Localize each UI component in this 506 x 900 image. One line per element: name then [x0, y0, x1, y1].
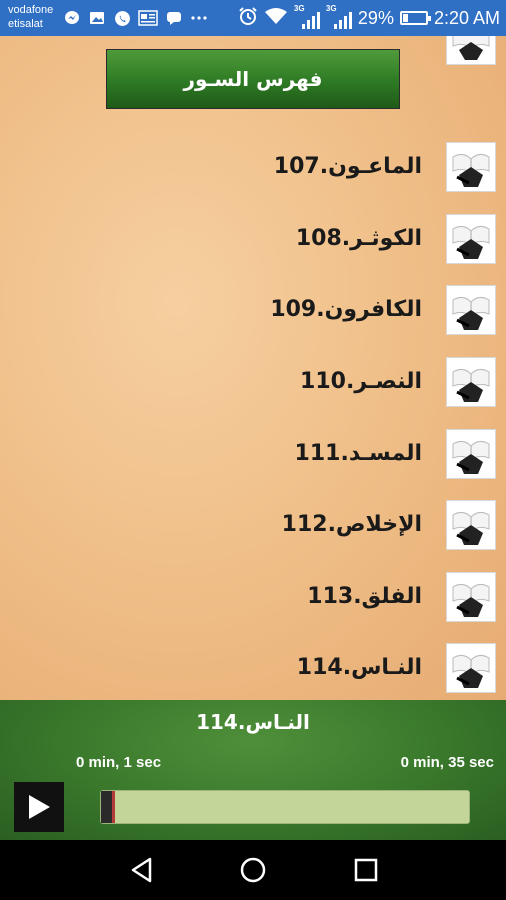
quran-book-icon	[446, 36, 496, 65]
surah-name: 108.الكوثـر	[295, 226, 422, 251]
surah-index-screen: 107.الماعـون 108.الكوثـر 109.الكافرون 11…	[0, 36, 506, 700]
index-title-button[interactable]: فهرس السـور	[106, 49, 400, 109]
quran-book-icon	[446, 214, 496, 264]
home-icon[interactable]	[238, 855, 268, 885]
clock: 2:20 AM	[433, 7, 500, 28]
carrier-1: vodafone	[8, 4, 54, 16]
now-playing-title: 114.النـاس	[196, 710, 310, 734]
recents-icon[interactable]	[351, 855, 381, 885]
news-icon	[138, 9, 158, 27]
alarm-icon	[238, 6, 258, 31]
list-item[interactable]: 112.الإخلاص	[0, 497, 506, 553]
message-icon	[165, 9, 183, 27]
list-item[interactable]: 113.الفلق	[0, 569, 506, 625]
more-icon	[190, 9, 208, 27]
play-button[interactable]	[14, 782, 64, 832]
gallery-icon	[88, 9, 106, 27]
messenger-icon	[63, 9, 81, 27]
list-item[interactable]: 109.الكافرون	[0, 282, 506, 338]
quran-book-icon	[446, 643, 496, 693]
surah-name: 112.الإخلاص	[281, 512, 422, 537]
play-icon	[29, 795, 50, 819]
signal-2-icon: 3G	[326, 4, 352, 29]
battery-level	[402, 14, 408, 22]
list-item[interactable]: 114.النـاس	[0, 640, 506, 696]
quran-book-icon	[446, 500, 496, 550]
surah-list[interactable]: 107.الماعـون 108.الكوثـر 109.الكافرون 11…	[0, 36, 506, 700]
surah-name: 111.المسـد	[294, 441, 422, 466]
list-item[interactable]: 111.المسـد	[0, 426, 506, 482]
signal-1-icon: 3G	[294, 4, 320, 29]
elapsed-time: 0 min, 1 sec	[76, 754, 162, 771]
quran-book-icon	[446, 357, 496, 407]
surah-name: 107.الماعـون	[273, 154, 422, 179]
carrier-2: etisalat	[8, 18, 43, 30]
quran-book-icon	[446, 572, 496, 622]
navigation-bar	[0, 840, 506, 900]
audio-player: 114.النـاس 0 min, 1 sec 0 min, 35 sec	[0, 700, 506, 840]
whatsapp-icon	[113, 9, 131, 27]
surah-name: 113.الفلق	[307, 584, 422, 609]
surah-name: 114.النـاس	[296, 655, 422, 680]
total-duration: 0 min, 35 sec	[400, 754, 494, 771]
status-bar: vodafone etisalat 3G 3G 29% 2:20 AM	[0, 0, 506, 36]
list-item[interactable]: 108.الكوثـر	[0, 211, 506, 267]
battery-icon	[399, 11, 431, 25]
surah-name: 109.الكافرون	[270, 297, 422, 322]
back-icon[interactable]	[127, 855, 157, 885]
surah-name: 110.النصـر	[300, 369, 422, 394]
seek-bar[interactable]	[100, 790, 470, 824]
quran-book-icon	[446, 285, 496, 335]
carrier-names: vodafone etisalat	[8, 3, 53, 31]
battery-percent: 29%	[357, 7, 394, 28]
seek-progress	[101, 791, 116, 823]
quran-book-icon	[446, 142, 496, 192]
wifi-icon	[264, 7, 288, 30]
list-item[interactable]: 107.الماعـون	[0, 139, 506, 195]
list-item[interactable]: 110.النصـر	[0, 354, 506, 410]
quran-book-icon	[446, 429, 496, 479]
